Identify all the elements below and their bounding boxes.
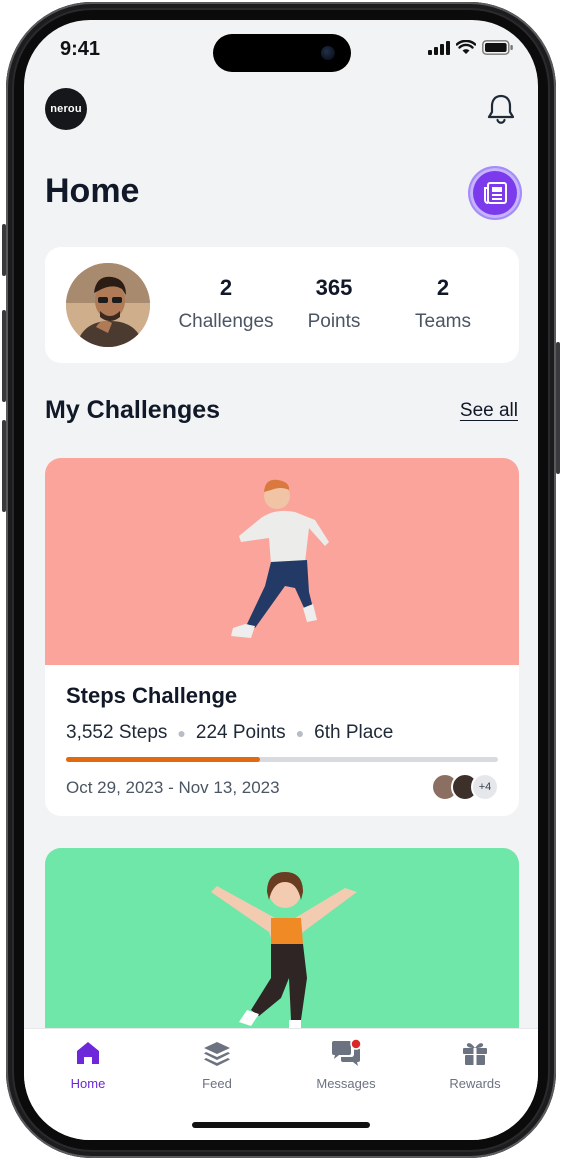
tab-messages[interactable]: Messages	[296, 1038, 396, 1091]
challenge-dates: Oct 29, 2023 - Nov 13, 2023	[66, 778, 280, 797]
tab-feed[interactable]: Feed	[167, 1039, 267, 1091]
tab-bar: Home Feed Messages Rewards	[24, 1028, 538, 1140]
challenge-meta: 3,552 Steps ● 224 Points ● 6th Place	[66, 722, 393, 744]
app-logo[interactable]: nerou	[45, 88, 87, 130]
profile-stats-card: 2 Challenges 365 Points 2 Teams	[45, 247, 519, 363]
battery-icon	[482, 40, 513, 55]
signal-icon	[428, 40, 450, 55]
page-title: Home	[45, 172, 140, 210]
home-icon	[77, 1042, 99, 1064]
stat-label: Teams	[415, 311, 471, 332]
stat-points: 365 Points	[274, 275, 394, 333]
see-all-link[interactable]: See all	[460, 400, 518, 422]
participant-avatars[interactable]: +4	[431, 773, 499, 801]
tab-rewards[interactable]: Rewards	[425, 1039, 525, 1091]
stat-value: 2	[219, 275, 233, 300]
bell-icon[interactable]	[484, 92, 518, 126]
tab-label: Rewards	[449, 1076, 501, 1091]
chat-icon	[332, 1038, 362, 1066]
tab-label: Feed	[202, 1076, 232, 1091]
tab-label: Home	[70, 1076, 106, 1091]
gift-icon	[463, 1043, 487, 1065]
stat-challenges: 2 Challenges	[166, 275, 286, 333]
stat-value: 2	[436, 275, 450, 300]
tab-home[interactable]: Home	[38, 1039, 138, 1091]
news-button[interactable]	[470, 168, 520, 218]
newspaper-icon	[484, 182, 507, 204]
section-title: My Challenges	[45, 396, 221, 424]
status-icons	[428, 40, 514, 55]
challenge-image	[45, 458, 519, 665]
dynamic-island	[213, 34, 351, 72]
stat-value: 365	[315, 275, 353, 300]
challenge-steps: 3,552 Steps	[66, 722, 168, 743]
separator-dot: ●	[295, 725, 305, 741]
screen: 9:41 nerou Home 2 Challenges 365 Points …	[24, 20, 538, 1140]
status-time: 9:41	[60, 38, 101, 60]
participants-more-badge: +4	[471, 773, 499, 801]
challenge-points: 224 Points	[195, 722, 286, 743]
avatar[interactable]	[66, 263, 150, 347]
tab-label: Messages	[316, 1076, 376, 1091]
challenge-place: 6th Place	[314, 722, 394, 743]
stat-teams: 2 Teams	[383, 275, 503, 333]
challenge-card[interactable]: Steps Challenge 3,552 Steps ● 224 Points…	[45, 458, 519, 816]
stat-label: Challenges	[178, 311, 274, 332]
wifi-icon	[456, 40, 476, 54]
challenge-title: Steps Challenge	[66, 683, 238, 708]
progress-fill	[66, 757, 261, 762]
layers-icon	[204, 1042, 230, 1066]
separator-dot: ●	[177, 725, 186, 741]
stat-label: Points	[307, 311, 361, 332]
home-indicator	[192, 1122, 370, 1128]
challenge-progress-bar	[66, 757, 498, 762]
